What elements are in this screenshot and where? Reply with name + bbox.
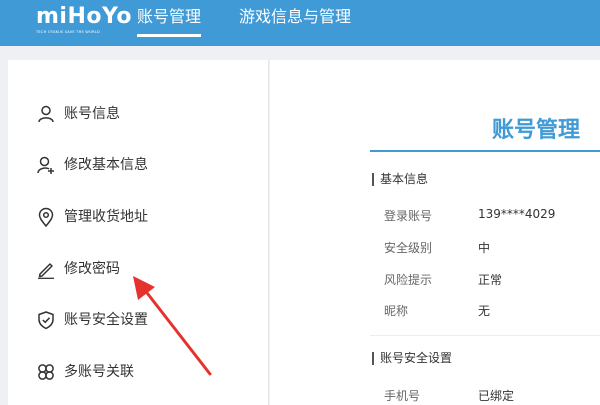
user-edit-icon [37,156,54,174]
user-icon [38,105,54,123]
shield-check-icon [38,311,54,330]
section-heading-security-settings: 账号安全设置 [372,352,452,365]
active-tab-underline [137,34,202,37]
section-heading-basic-info: 基本信息 [372,173,428,186]
main-content: 账号管理 基本信息 登录账号 139****4029 安全级别 中 风险提示 正… [270,60,600,405]
field-value-login-account: 139****4029 [478,207,556,221]
pencil-icon [38,263,54,279]
nav-tab-label: 游戏信息与管理 [239,7,352,26]
field-label-security-level: 安全级别 [384,241,433,255]
logo-tagline: TECH OTAKUS SAVE THE WORLD [36,30,100,34]
field-value-phone: 已绑定 [478,389,515,403]
nav-tab-account-management[interactable]: 账号管理 [137,4,202,37]
nav-tab-game-info[interactable]: 游戏信息与管理 [239,4,351,36]
field-label-login-account: 登录账号 [384,209,433,223]
field-value-security-level: 中 [478,241,491,255]
sidebar-item-label: 多账号关联 [64,364,134,380]
location-pin-icon [38,207,54,227]
page-title: 账号管理 [492,118,581,143]
link-circles-icon [38,364,54,380]
mihoyo-logo[interactable]: miHoYo TECH OTAKUS SAVE THE WORLD [36,4,132,38]
field-value-risk-alert: 正常 [478,273,503,287]
sidebar-item-label: 修改密码 [64,261,120,277]
sidebar: 账号信息 修改基本信息 管理收货地址 修改密码 账号安全设置 多账号关联 [8,60,269,405]
field-label-risk-alert: 风险提示 [384,273,433,287]
title-divider [370,150,600,152]
sidebar-item-label: 管理收货地址 [64,209,148,225]
field-label-phone: 手机号 [384,389,421,403]
nav-tab-label: 账号管理 [137,7,202,26]
sidebar-item-label: 修改基本信息 [64,157,148,173]
field-value-nickname: 无 [478,304,491,318]
top-navigation-bar: miHoYo TECH OTAKUS SAVE THE WORLD 账号管理 游… [0,0,600,46]
logo-wordmark: miHoYo [36,4,133,29]
field-label-nickname: 昵称 [384,304,409,318]
sidebar-item-label: 账号信息 [64,106,120,122]
sidebar-item-label: 账号安全设置 [64,312,148,328]
section-divider [370,335,600,336]
